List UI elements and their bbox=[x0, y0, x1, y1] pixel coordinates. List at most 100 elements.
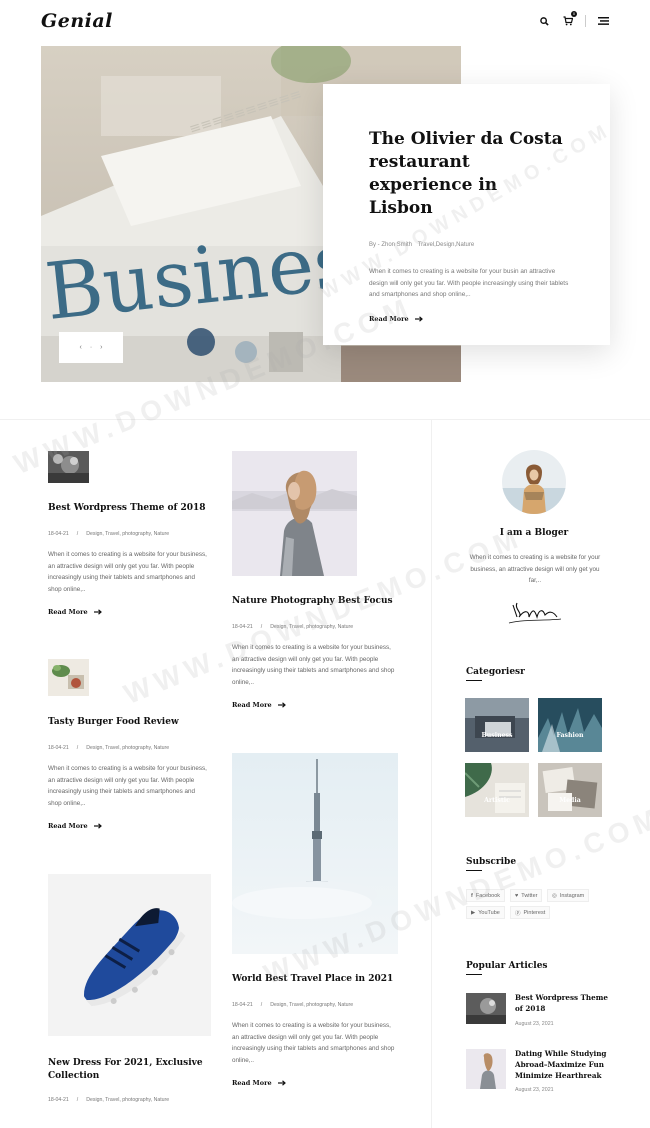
heading-underline bbox=[466, 974, 482, 975]
read-more-link[interactable]: Read More bbox=[232, 1079, 286, 1087]
arrow-right-icon bbox=[277, 702, 286, 708]
post-excerpt: When it comes to creating is a website f… bbox=[232, 1022, 395, 1064]
social-twitter-button[interactable]: ♥ Twitter bbox=[510, 889, 543, 902]
post-image[interactable] bbox=[232, 451, 357, 576]
post-meta-separator: / bbox=[260, 1002, 263, 1008]
author-avatar[interactable] bbox=[502, 450, 566, 514]
social-pinterest-button[interactable]: ⓟ Pinterest bbox=[510, 906, 551, 919]
hero-read-more-label: Read More bbox=[369, 314, 409, 323]
hero-slider-nav: ‹ · › bbox=[59, 332, 123, 363]
read-more-label: Read More bbox=[232, 1079, 272, 1087]
read-more-label: Read More bbox=[48, 822, 88, 830]
post-image[interactable] bbox=[232, 753, 398, 954]
hero-author[interactable]: By - Zhon Smith bbox=[369, 242, 412, 248]
cart-icon[interactable]: 0 bbox=[561, 11, 577, 28]
facebook-icon: f bbox=[471, 892, 473, 899]
popular-thumbnail[interactable] bbox=[466, 1049, 506, 1089]
popular-title[interactable]: Dating While Studying Abroad–Maximize Fu… bbox=[515, 1049, 615, 1081]
popular-date: August 23, 2021 bbox=[515, 1087, 554, 1094]
post-meta-separator: / bbox=[260, 624, 263, 630]
read-more-link[interactable]: Read More bbox=[232, 701, 286, 709]
post-meta-separator: / bbox=[76, 531, 79, 537]
youtube-icon: ▶ bbox=[471, 909, 476, 916]
category-tile-fashion[interactable]: Fashion bbox=[538, 698, 602, 752]
popular-thumbnail[interactable] bbox=[466, 993, 506, 1024]
about-title: I am a Bloger bbox=[499, 528, 569, 538]
post-thumbnail[interactable] bbox=[48, 451, 89, 483]
post-excerpt: When it comes to creating is a website f… bbox=[48, 765, 207, 807]
post-date: 18-04-21 bbox=[48, 745, 69, 751]
category-tile-business[interactable]: Business bbox=[465, 698, 529, 752]
cart-count-badge: 0 bbox=[571, 11, 577, 17]
read-more-link[interactable]: Read More bbox=[48, 822, 102, 830]
arrow-right-icon bbox=[414, 315, 423, 322]
popular-heading: Popular Articles bbox=[466, 961, 548, 971]
hero-title[interactable]: The Olivier da Costa restaurant experien… bbox=[369, 128, 564, 220]
post-title[interactable]: New Dress For 2021, Exclusive Collection bbox=[48, 1057, 213, 1083]
post-date: 18-04-21 bbox=[232, 624, 253, 630]
twitter-icon: ♥ bbox=[515, 892, 519, 899]
post-card: Tasty Burger Food Review 18-04-21 / Desi… bbox=[48, 716, 208, 833]
hero-read-more-link[interactable]: Read More bbox=[369, 315, 423, 323]
hero-categories[interactable]: Travel,Design,Nature bbox=[418, 242, 474, 248]
social-label: Facebook bbox=[475, 892, 500, 899]
header-separator bbox=[585, 15, 586, 27]
post-categories[interactable]: Design, Travel, photography, Nature bbox=[270, 624, 353, 630]
post-meta: 18-04-21 / Design, Travel, photography, … bbox=[48, 745, 208, 751]
social-label: YouTube bbox=[478, 909, 500, 916]
post-date: 18-04-21 bbox=[48, 531, 69, 537]
post-categories[interactable]: Design, Travel, photography, Nature bbox=[86, 745, 169, 751]
social-label: Instagram bbox=[559, 892, 585, 899]
read-more-label: Read More bbox=[48, 608, 88, 616]
search-icon[interactable] bbox=[537, 14, 551, 28]
post-title[interactable]: Best Wordpress Theme of 2018 bbox=[48, 502, 208, 515]
category-tile-artistic[interactable]: Artistic bbox=[465, 763, 529, 817]
categories-heading: Categoriesr bbox=[466, 667, 525, 677]
popular-title[interactable]: Best Wordpress Theme of 2018 bbox=[515, 993, 610, 1015]
heading-underline bbox=[466, 680, 482, 681]
popular-date: August 23, 2021 bbox=[515, 1020, 554, 1027]
read-more-label: Read More bbox=[232, 701, 272, 709]
menu-icon[interactable] bbox=[596, 14, 610, 28]
post-meta: 18-04-21 / Design, Travel, photography, … bbox=[48, 1097, 213, 1103]
post-categories[interactable]: Design, Travel, photography, Nature bbox=[270, 1002, 353, 1008]
instagram-icon: ◎ bbox=[552, 892, 557, 899]
arrow-right-icon bbox=[93, 609, 102, 615]
signature-image bbox=[505, 597, 565, 627]
post-meta-separator: / bbox=[76, 745, 79, 751]
post-excerpt: When it comes to creating is a website f… bbox=[48, 551, 207, 593]
arrow-right-icon bbox=[277, 1080, 286, 1086]
hero-dot[interactable]: · bbox=[90, 344, 92, 351]
social-facebook-button[interactable]: f Facebook bbox=[466, 889, 505, 902]
category-tile-media[interactable]: Media bbox=[538, 763, 602, 817]
post-meta-separator: / bbox=[76, 1097, 79, 1103]
social-youtube-button[interactable]: ▶ YouTube bbox=[466, 906, 505, 919]
heading-underline bbox=[466, 870, 482, 871]
post-meta: 18-04-21 / Design, Travel, photography, … bbox=[232, 624, 397, 630]
category-label: Business bbox=[481, 732, 513, 739]
post-title[interactable]: World Best Travel Place in 2021 bbox=[232, 973, 398, 986]
post-card: New Dress For 2021, Exclusive Collection… bbox=[48, 1057, 213, 1103]
post-categories[interactable]: Design, Travel, photography, Nature bbox=[86, 531, 169, 537]
hero-meta: By - Zhon Smith Travel,Design,Nature bbox=[369, 242, 564, 248]
post-title[interactable]: Nature Photography Best Focus bbox=[232, 595, 397, 608]
hero-prev-button[interactable]: ‹ bbox=[79, 344, 81, 351]
post-title[interactable]: Tasty Burger Food Review bbox=[48, 716, 208, 729]
post-card: Nature Photography Best Focus 18-04-21 /… bbox=[232, 595, 397, 712]
hero-next-button[interactable]: › bbox=[100, 344, 102, 351]
post-date: 18-04-21 bbox=[48, 1097, 69, 1103]
post-image[interactable] bbox=[48, 874, 211, 1036]
site-logo[interactable]: Genial bbox=[41, 10, 113, 32]
category-label: Fashion bbox=[556, 732, 584, 739]
header-actions: 0 bbox=[537, 11, 610, 28]
social-instagram-button[interactable]: ◎ Instagram bbox=[547, 889, 590, 902]
arrow-right-icon bbox=[93, 823, 102, 829]
read-more-link[interactable]: Read More bbox=[48, 608, 102, 616]
post-date: 18-04-21 bbox=[232, 1002, 253, 1008]
social-label: Twitter bbox=[521, 892, 538, 899]
category-label: Artistic bbox=[484, 797, 510, 804]
post-thumbnail[interactable] bbox=[48, 659, 89, 696]
hero-excerpt: When it comes to creating is a website f… bbox=[369, 268, 569, 298]
post-categories[interactable]: Design, Travel, photography, Nature bbox=[86, 1097, 169, 1103]
post-meta: 18-04-21 / Design, Travel, photography, … bbox=[232, 1002, 398, 1008]
